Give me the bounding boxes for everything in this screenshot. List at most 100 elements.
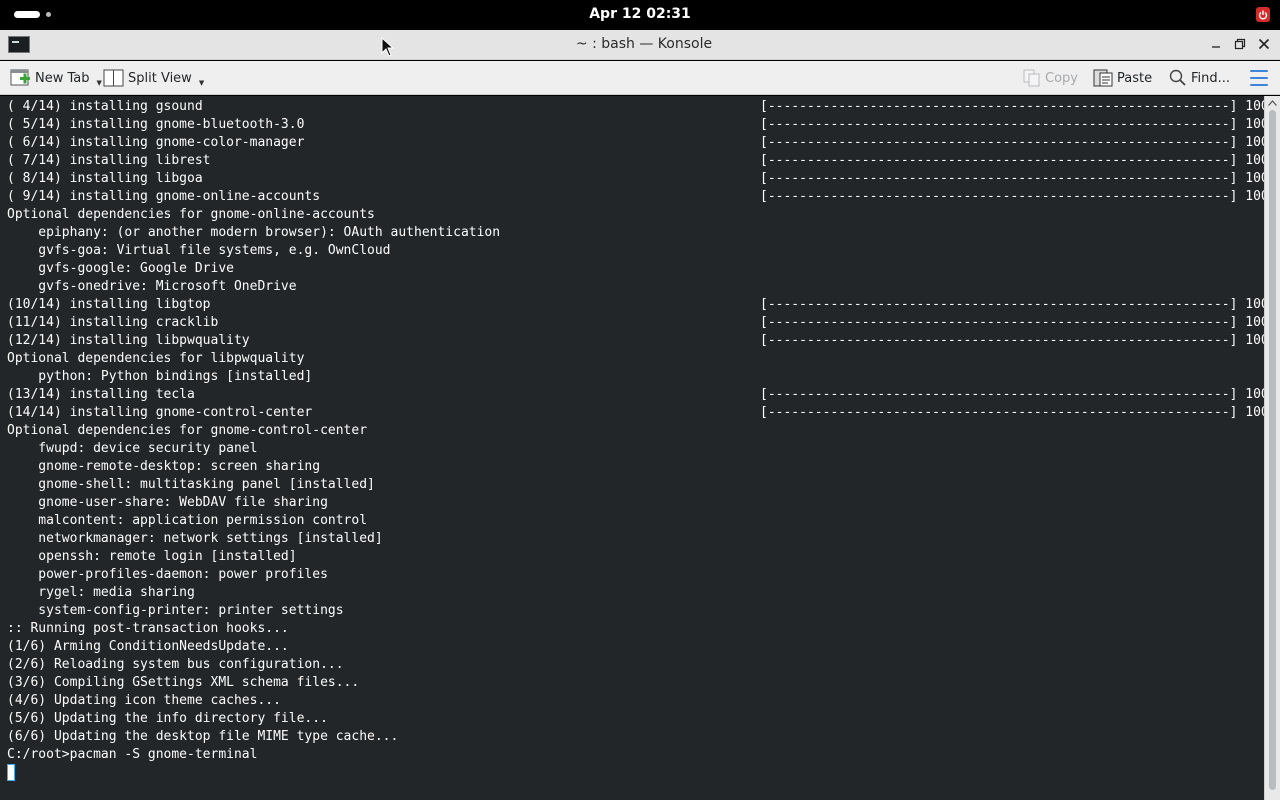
terminal-line-text: Optional dependencies for gnome-control-… [7, 423, 368, 438]
terminal-line: rygel: media sharing [7, 584, 195, 602]
terminal-line-text: ( 9/14) installing gnome-online-accounts [7, 189, 321, 204]
terminal-line-text: (2/6) Reloading system bus configuration… [7, 657, 344, 672]
progress-bar-text: [---------------------------------------… [760, 297, 1264, 312]
clock[interactable]: Apr 12 02:31 [0, 6, 1280, 22]
chevron-down-icon[interactable]: ▼ [97, 79, 102, 87]
terminal-output[interactable]: ( 4/14) installing gsound [--------------… [0, 96, 1264, 800]
terminal-line-text: rygel: media sharing [7, 585, 195, 600]
terminal-line: fwupd: device security panel [7, 440, 257, 458]
terminal-line-text: Optional dependencies for gnome-online-a… [7, 207, 375, 222]
copy-label: Copy [1045, 70, 1078, 86]
terminal-line-text: (5/6) Updating the info directory file..… [7, 711, 328, 726]
copy-icon [1023, 69, 1040, 87]
terminal-line: Optional dependencies for gnome-control-… [7, 422, 367, 440]
terminal-line: (12/14) installing libpwquality [--------… [7, 332, 1264, 350]
terminal-line-text: python: Python bindings [installed] [7, 369, 313, 384]
terminal-line-text: (13/14) installing tecla [7, 387, 195, 402]
terminal-line: gvfs-google: Google Drive [7, 260, 234, 278]
minimize-icon [1212, 46, 1220, 48]
terminal-line-text: gvfs-goa: Virtual file systems, e.g. Own… [7, 243, 391, 258]
terminal-line: (4/6) Updating icon theme caches... [7, 692, 281, 710]
terminal-line: (13/14) installing tecla [---------------… [7, 386, 1264, 404]
close-icon [1258, 38, 1270, 50]
terminal-line-text: ( 7/14) installing librest [7, 153, 211, 168]
terminal-line: (6/6) Updating the desktop file MIME typ… [7, 728, 398, 746]
mouse-pointer-icon [381, 37, 395, 57]
terminal-line: (3/6) Compiling GSettings XML schema fil… [7, 674, 359, 692]
terminal-line-text: fwupd: device security panel [7, 441, 258, 456]
progress-bar-text: [---------------------------------------… [760, 387, 1264, 402]
terminal-line-text: :: Running post-transaction hooks... [7, 621, 289, 636]
chevron-down-icon[interactable]: ▼ [199, 79, 204, 87]
new-tab-button[interactable]: New Tab ▼ [10, 67, 102, 89]
copy-button[interactable]: Copy [1022, 67, 1078, 89]
progress-bar-text: [---------------------------------------… [760, 153, 1264, 168]
terminal-line-text: power-profiles-daemon: power profiles [7, 567, 328, 582]
new-tab-label: New Tab [35, 70, 90, 86]
split-view-label: Split View [128, 70, 192, 86]
vertical-scrollbar[interactable] [1264, 96, 1280, 800]
window-titlebar[interactable]: ~ : bash — Konsole [0, 30, 1280, 60]
terminal-line: epiphany: (or another modern browser): O… [7, 224, 500, 242]
hamburger-menu-icon[interactable] [1250, 70, 1268, 86]
terminal-line-text: ( 8/14) installing libgoa [7, 171, 203, 186]
terminal-line: networkmanager: network settings [instal… [7, 530, 383, 548]
terminal-line: gvfs-onedrive: Microsoft OneDrive [7, 278, 297, 296]
scrollbar-thumb[interactable] [1269, 110, 1276, 790]
terminal-line: ( 9/14) installing gnome-online-accounts… [7, 188, 1264, 206]
terminal-line: gnome-shell: multitasking panel [install… [7, 476, 375, 494]
find-button[interactable]: Find... [1168, 67, 1230, 89]
terminal-line: Optional dependencies for gnome-online-a… [7, 206, 375, 224]
progress-bar-text: [---------------------------------------… [760, 189, 1264, 204]
terminal-line-text: epiphany: (or another modern browser): O… [7, 225, 501, 240]
terminal-line-text: networkmanager: network settings [instal… [7, 531, 383, 546]
terminal-line: :: Running post-transaction hooks... [7, 620, 289, 638]
close-button[interactable] [1256, 35, 1272, 53]
terminal-line-text: openssh: remote login [installed] [7, 549, 297, 564]
terminal-line-text: (11/14) installing cracklib [7, 315, 219, 330]
terminal-line: python: Python bindings [installed] [7, 368, 312, 386]
window-title: ~ : bash — Konsole [575, 36, 713, 52]
terminal-line: (14/14) installing gnome-control-center [… [7, 404, 1264, 422]
terminal-line-text: gnome-shell: multitasking panel [install… [7, 477, 375, 492]
paste-button[interactable]: Paste [1092, 67, 1152, 89]
terminal-line: gvfs-goa: Virtual file systems, e.g. Own… [7, 242, 391, 260]
terminal-line: gnome-remote-desktop: screen sharing [7, 458, 320, 476]
system-top-bar: Apr 12 02:31 [0, 0, 1280, 30]
terminal-line-text: C:/root>pacman -S gnome-terminal [7, 747, 258, 762]
progress-bar-text: [---------------------------------------… [760, 117, 1264, 132]
terminal-line-text: gvfs-google: Google Drive [7, 261, 234, 276]
terminal-line-text: ( 4/14) installing gsound [7, 99, 203, 114]
new-tab-icon [10, 69, 30, 86]
terminal-line-text: (3/6) Compiling GSettings XML schema fil… [7, 675, 360, 690]
terminal-line-text: gvfs-onedrive: Microsoft OneDrive [7, 279, 297, 294]
konsole-toolbar: New Tab ▼ Split View ▼ Copy Paste Find..… [0, 61, 1280, 95]
terminal-line-text: Optional dependencies for libpwquality [7, 351, 305, 366]
search-icon [1169, 69, 1186, 86]
terminal-line-text: (4/6) Updating icon theme caches... [7, 693, 281, 708]
minimize-button[interactable] [1208, 35, 1224, 53]
power-icon[interactable] [1256, 7, 1270, 22]
progress-bar-text: [---------------------------------------… [760, 99, 1264, 114]
text-cursor [7, 764, 15, 781]
split-view-button[interactable]: Split View ▼ [103, 67, 204, 89]
progress-bar-text: [---------------------------------------… [760, 405, 1264, 420]
paste-icon [1093, 69, 1113, 87]
terminal-line: Optional dependencies for libpwquality [7, 350, 304, 368]
terminal-line-text: gnome-user-share: WebDAV file sharing [7, 495, 328, 510]
terminal-line: ( 6/14) installing gnome-color-manager [-… [7, 134, 1264, 152]
find-label: Find... [1191, 70, 1231, 86]
progress-bar-text: [---------------------------------------… [760, 171, 1264, 186]
terminal-line: (5/6) Updating the info directory file..… [7, 710, 328, 728]
terminal-line-text: gnome-remote-desktop: screen sharing [7, 459, 321, 474]
terminal-line-text: (14/14) installing gnome-control-center [7, 405, 313, 420]
terminal-line: ( 8/14) installing libgoa [--------------… [7, 170, 1264, 188]
terminal-line-text: ( 6/14) installing gnome-color-manager [7, 135, 305, 150]
scroll-up-arrow-icon[interactable] [1268, 100, 1277, 106]
terminal-line-text: ( 5/14) installing gnome-bluetooth-3.0 [7, 117, 305, 132]
progress-bar-text: [---------------------------------------… [760, 333, 1264, 348]
maximize-button[interactable] [1232, 35, 1248, 53]
terminal-line: ( 4/14) installing gsound [--------------… [7, 98, 1264, 116]
terminal-line: gnome-user-share: WebDAV file sharing [7, 494, 328, 512]
split-view-icon [103, 69, 124, 87]
